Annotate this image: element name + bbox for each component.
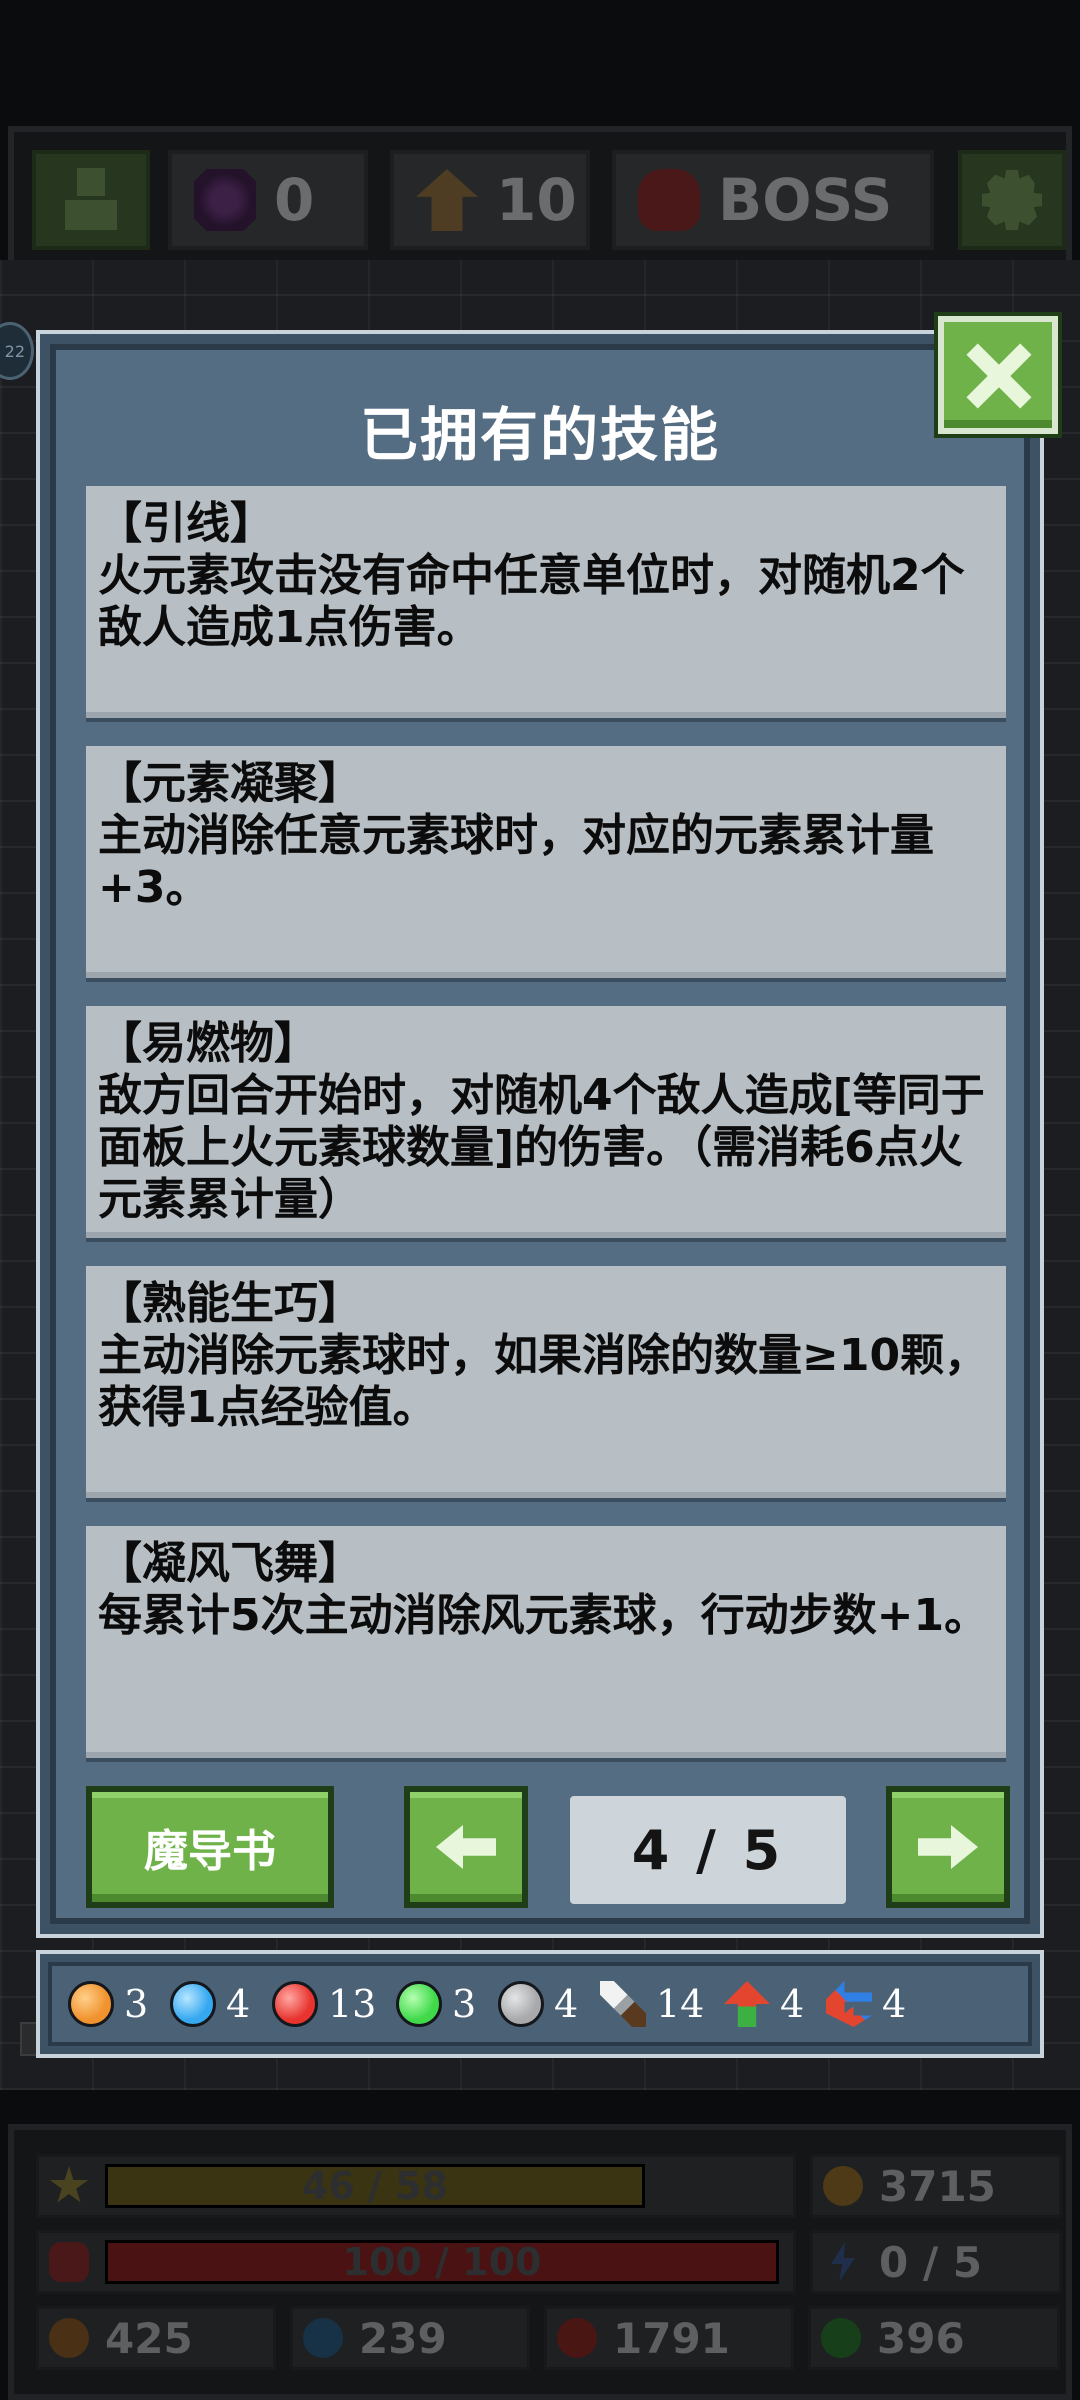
blue-total: 239	[290, 2306, 530, 2370]
orange-total: 425	[36, 2306, 276, 2370]
green-orb-icon	[396, 1981, 442, 2027]
energy-count: 0 / 5	[879, 2237, 983, 2287]
resource-bar-inner: 3 4 13 3 4 14 4 4	[48, 1962, 1032, 2046]
level-up-arrow-icon	[724, 1981, 770, 2027]
skill-description: 火元素攻击没有命中任意单位时，对随机2个敌人造成1点伤害。	[98, 550, 965, 653]
skill-card: 【凝风飞舞】 每累计5次主动消除风元素球，行动步数+1。	[86, 1526, 1006, 1758]
gray-orb-icon	[498, 1981, 544, 2027]
previous-page-button[interactable]	[404, 1786, 528, 1908]
boss-icon	[638, 169, 700, 231]
green-orb-icon	[821, 2318, 861, 2358]
skill-name: 【凝风飞舞】	[98, 1538, 362, 1589]
red-total: 1791	[544, 2306, 794, 2370]
resource-count: 14	[656, 1982, 705, 2026]
xp-text: 46 / 58	[301, 2164, 449, 2208]
red-total-value: 1791	[613, 2313, 730, 2363]
grimoire-button[interactable]: 魔导书	[86, 1786, 334, 1908]
settings-button[interactable]	[958, 150, 1066, 250]
coin-icon	[823, 2166, 863, 2206]
energy-panel: 0 / 5	[810, 2230, 1062, 2294]
green-total: 396	[808, 2306, 1060, 2370]
resource-item: 4	[724, 1981, 812, 2027]
arrow-right-icon	[918, 1825, 978, 1869]
page-indicator: 4 / 5	[570, 1796, 846, 1904]
orange-orb-icon	[68, 1981, 114, 2027]
boss-label: BOSS	[718, 166, 893, 234]
skill-card: 【熟能生巧】 主动消除元素球时，如果消除的数量≥10颗，获得1点经验值。	[86, 1266, 1006, 1498]
xp-bar: 46 / 58	[105, 2164, 645, 2208]
skill-name: 【熟能生巧】	[98, 1278, 362, 1329]
level-icon	[416, 169, 478, 231]
skill-description: 每累计5次主动消除风元素球，行动步数+1。	[98, 1590, 989, 1641]
gem-count: 0	[274, 166, 315, 234]
red-orb-icon	[557, 2318, 597, 2358]
hp-bar: 100 / 100	[105, 2240, 779, 2284]
lightning-icon	[831, 2242, 855, 2282]
sword-icon	[600, 1981, 646, 2027]
skill-card: 【易燃物】 敌方回合开始时，对随机4个敌人造成[等同于面板上火元素球数量]的伤害…	[86, 1006, 1006, 1238]
resource-count: 4	[882, 1982, 907, 2026]
blue-orb-icon	[170, 1981, 216, 2027]
swap-icon	[826, 1981, 872, 2027]
blue-total-value: 239	[359, 2313, 447, 2363]
gold-panel: 3715	[810, 2154, 1062, 2218]
top-status-bar: 0 10 BOSS	[8, 126, 1072, 266]
resource-item: 3	[396, 1981, 484, 2027]
orange-total-value: 425	[105, 2313, 193, 2363]
resource-count: 4	[780, 1982, 805, 2026]
dialog-title: 已拥有的技能	[359, 401, 720, 469]
player-profile-button[interactable]	[32, 150, 150, 250]
resource-count: 4	[554, 1982, 579, 2026]
skill-name: 【元素凝聚】	[98, 758, 362, 809]
skill-description: 主动消除任意元素球时，对应的元素累计量+3。	[98, 810, 934, 913]
red-orb-icon	[272, 1981, 318, 2027]
resource-item: 4	[826, 1981, 914, 2027]
skill-card: 【元素凝聚】 主动消除任意元素球时，对应的元素累计量+3。	[86, 746, 1006, 978]
star-icon	[49, 2166, 89, 2203]
xp-panel: 46 / 58	[36, 2154, 796, 2218]
hp-panel: 100 / 100	[36, 2230, 796, 2294]
gem-icon	[194, 169, 256, 231]
close-icon	[965, 342, 1031, 408]
arrow-left-icon	[436, 1825, 496, 1869]
resource-count: 13	[328, 1982, 377, 2026]
heart-icon	[49, 2242, 89, 2282]
resource-item: 4	[498, 1981, 586, 2027]
resource-item: 3	[68, 1981, 156, 2027]
skill-description: 敌方回合开始时，对随机4个敌人造成[等同于面板上火元素球数量]的伤害。（需消耗6…	[98, 1070, 985, 1225]
resource-item: 13	[272, 1981, 382, 2027]
resource-item: 4	[170, 1981, 258, 2027]
gem-counter: 0	[168, 150, 368, 250]
blue-orb-icon	[303, 2318, 343, 2358]
skill-name: 【引线】	[98, 498, 274, 549]
skills-dialog: 已拥有的技能 【引线】 火元素攻击没有命中任意单位时，对随机2个敌人造成1点伤害…	[36, 330, 1044, 1938]
player-icon	[63, 168, 119, 232]
skill-card: 【引线】 火元素攻击没有命中任意单位时，对随机2个敌人造成1点伤害。	[86, 486, 1006, 718]
skill-description: 主动消除元素球时，如果消除的数量≥10颗，获得1点经验值。	[98, 1330, 989, 1433]
boss-indicator[interactable]: BOSS	[612, 150, 934, 250]
gear-icon	[982, 170, 1042, 230]
gold-count: 3715	[879, 2161, 996, 2211]
level-number: 10	[496, 166, 577, 234]
resource-count: 4	[226, 1982, 251, 2026]
resource-bar: 3 4 13 3 4 14 4 4	[36, 1950, 1044, 2058]
resource-item: 14	[600, 1981, 710, 2027]
resource-count: 3	[452, 1982, 477, 2026]
resource-count: 3	[124, 1982, 149, 2026]
skills-dialog-panel: 已拥有的技能 【引线】 火元素攻击没有命中任意单位时，对随机2个敌人造成1点伤害…	[50, 344, 1030, 1924]
next-page-button[interactable]	[886, 1786, 1010, 1908]
close-button[interactable]	[938, 316, 1058, 434]
hp-text: 100 / 100	[342, 2240, 542, 2284]
level-counter: 10	[390, 150, 590, 250]
green-total-value: 396	[877, 2313, 965, 2363]
orange-orb-icon	[49, 2318, 89, 2358]
skill-name: 【易燃物】	[98, 1018, 318, 1069]
bottom-hud: 46 / 58 3715 100 / 100 0 / 5 425 239 179…	[8, 2124, 1072, 2400]
